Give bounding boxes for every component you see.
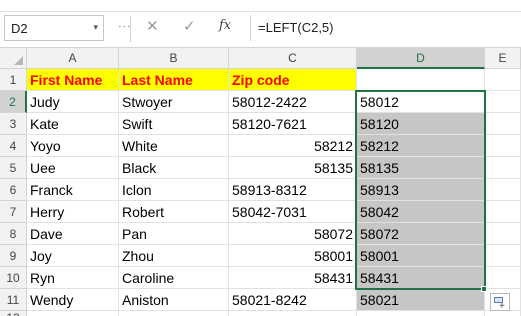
formula-text: =LEFT(C2,5) (258, 20, 334, 35)
select-all-icon (14, 56, 23, 65)
formula-input[interactable]: =LEFT(C2,5) (250, 15, 521, 41)
table-cell[interactable]: 58120 (357, 113, 485, 135)
row-header[interactable]: 3 (0, 113, 27, 135)
table-cell[interactable]: Kate (27, 113, 119, 135)
table-cell[interactable]: Last Name (119, 69, 229, 91)
cancel-icon[interactable]: ✕ (146, 17, 159, 35)
column-header-a[interactable]: A (27, 48, 119, 69)
table-cell[interactable] (229, 311, 357, 316)
table-cell[interactable]: 58021 (357, 289, 485, 311)
table-cell[interactable] (485, 179, 521, 201)
table-cell[interactable] (485, 157, 521, 179)
table-cell[interactable]: 58431 (357, 267, 485, 289)
enter-icon[interactable]: ✓ (183, 17, 196, 35)
row-header[interactable]: 11 (0, 289, 27, 311)
table-cell[interactable]: Wendy (27, 289, 119, 311)
row-header[interactable]: 1 (0, 69, 27, 91)
table-cell[interactable] (357, 311, 485, 316)
row-header[interactable]: 6 (0, 179, 27, 201)
spreadsheet-grid: A B C D E 1 First Name Last Name Zip code 2 J… (0, 48, 521, 316)
table-cell[interactable]: Herry (27, 201, 119, 223)
table-cell[interactable]: 58021-8242 (229, 289, 357, 311)
fill-handle[interactable] (481, 286, 487, 292)
table-cell[interactable]: 58001 (229, 245, 357, 267)
table-cell[interactable] (119, 311, 229, 316)
table-cell[interactable]: Zip code (229, 69, 357, 91)
table-cell[interactable]: Zhou (119, 245, 229, 267)
name-box-value: D2 (11, 21, 28, 36)
table-cell[interactable] (485, 91, 521, 113)
table-cell[interactable] (485, 69, 521, 91)
table-cell[interactable]: First Name (27, 69, 119, 91)
table-cell[interactable]: Pan (119, 223, 229, 245)
table-cell[interactable]: 58012 (357, 91, 485, 113)
table-cell[interactable]: 58913-8312 (229, 179, 357, 201)
plus-icon: + (499, 301, 505, 312)
table-cell[interactable]: Uee (27, 157, 119, 179)
row-header[interactable]: 9 (0, 245, 27, 267)
table-cell[interactable]: Yoyo (27, 135, 119, 157)
name-box[interactable]: D2 ▾ (4, 15, 104, 41)
table-cell[interactable] (485, 267, 521, 289)
table-cell[interactable]: 58042 (357, 201, 485, 223)
row-header[interactable]: 8 (0, 223, 27, 245)
table-cell[interactable]: Black (119, 157, 229, 179)
table-cell[interactable] (357, 69, 485, 91)
table-cell[interactable] (485, 135, 521, 157)
table-cell[interactable]: 58913 (357, 179, 485, 201)
column-header-e[interactable]: E (485, 48, 521, 69)
table-cell[interactable]: 58042-7031 (229, 201, 357, 223)
row-header[interactable]: 4 (0, 135, 27, 157)
table-cell[interactable]: Aniston (119, 289, 229, 311)
flash-fill-options-button[interactable]: + (490, 293, 510, 312)
table-cell[interactable]: 58012-2422 (229, 91, 357, 113)
table-cell[interactable] (485, 201, 521, 223)
table-cell[interactable]: Swift (119, 113, 229, 135)
table-cell[interactable]: 58001 (357, 245, 485, 267)
table-cell[interactable]: 58212 (229, 135, 357, 157)
table-cell[interactable]: Judy (27, 91, 119, 113)
column-header-c[interactable]: C (229, 48, 357, 69)
divider (130, 16, 131, 42)
chevron-down-icon[interactable]: ▾ (93, 22, 98, 33)
table-cell[interactable]: Dave (27, 223, 119, 245)
table-cell[interactable] (485, 113, 521, 135)
table-cell[interactable]: Joy (27, 245, 119, 267)
table-cell[interactable] (27, 311, 119, 316)
table-cell[interactable]: 58072 (229, 223, 357, 245)
table-cell[interactable]: White (119, 135, 229, 157)
table-cell[interactable]: 58072 (357, 223, 485, 245)
table-cell[interactable]: 58120-7621 (229, 113, 357, 135)
table-cell[interactable]: 58431 (229, 267, 357, 289)
table-cell[interactable]: Stwoyer (119, 91, 229, 113)
table-cell[interactable]: 58212 (357, 135, 485, 157)
table-cell[interactable]: Franck (27, 179, 119, 201)
table-cell[interactable]: Iclon (119, 179, 229, 201)
table-cell[interactable]: Robert (119, 201, 229, 223)
select-all-button[interactable] (0, 48, 27, 69)
table-cell[interactable]: 58135 (229, 157, 357, 179)
column-header-b[interactable]: B (119, 48, 229, 69)
row-header[interactable]: 2 (0, 91, 27, 113)
table-cell[interactable]: Caroline (119, 267, 229, 289)
row-header[interactable]: 7 (0, 201, 27, 223)
insert-function-icon[interactable]: fx (219, 18, 231, 33)
row-header[interactable]: 12 (0, 311, 27, 316)
table-cell[interactable]: 58135 (357, 157, 485, 179)
row-header[interactable]: 10 (0, 267, 27, 289)
formula-bar: D2 ▾ ⋮ ✕ ✓ fx =LEFT(C2,5) (0, 12, 521, 48)
column-header-d[interactable]: D (357, 48, 485, 69)
table-cell[interactable] (485, 223, 521, 245)
table-cell[interactable] (485, 245, 521, 267)
row-header[interactable]: 5 (0, 157, 27, 179)
table-cell[interactable]: Ryn (27, 267, 119, 289)
ribbon-edge (0, 0, 521, 12)
